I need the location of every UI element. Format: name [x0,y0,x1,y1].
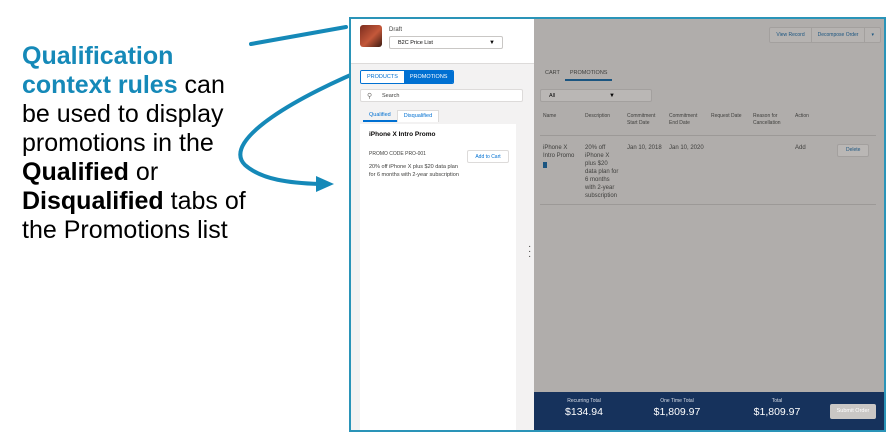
caption-line4: promotions in the [22,129,214,157]
tab-disqualified[interactable]: Disqualified [396,110,440,122]
avatar [360,25,382,47]
search-icon: ⚲ [367,93,373,100]
tab-cart-promotions[interactable]: PROMOTIONS [564,68,613,81]
promotions-table: Name Description Commitment Start Date C… [540,113,876,205]
col-action: Action [792,113,834,136]
row-name: iPhone X Intro Promo [543,145,575,159]
recurring-total: Recurring Total $134.94 [552,398,616,418]
more-actions-icon[interactable]: ▾ [865,28,880,42]
totals-footer: Recurring Total $134.94 One Time Total $… [534,392,884,430]
grand-total-value: $1,809.97 [753,406,801,418]
promotion-card: iPhone X Intro Promo PROMO CODE PRO-001 … [360,124,516,430]
row-delete-cell: Delete [834,135,876,205]
row-name-cell: iPhone X Intro Promo [540,135,582,205]
filter-value: All [549,93,556,99]
price-list-select[interactable]: B2C Price List ▼ [389,36,503,49]
catalog-tabs: PRODUCTS PROMOTIONS [360,70,455,84]
row-reason [750,135,792,205]
tab-qualified[interactable]: Qualified [363,110,397,122]
row-action: Add [792,135,834,205]
search-input[interactable]: ⚲ Search [360,89,523,102]
left-panel: Draft B2C Price List ▼ PRODUCTS PROMOTIO… [351,19,534,430]
qualification-tabs: Qualified Disqualified [363,110,440,122]
price-list-value: B2C Price List [398,40,433,46]
promotion-description: 20% off iPhone X plus $20 data plan for … [369,164,459,178]
search-placeholder: Search [382,93,400,99]
delete-button[interactable]: Delete [837,144,870,157]
caption-line7: the Promotions list [22,216,228,244]
one-time-total-value: $1,809.97 [653,406,701,418]
recurring-total-value: $134.94 [565,406,603,418]
caption-line2-teal: context rules [22,71,178,99]
tab-products[interactable]: PRODUCTS [361,71,404,83]
caption-line3: be used to display [22,100,224,128]
col-description: Description [582,113,624,136]
row-start-date: Jan 10, 2018 [624,135,666,205]
order-status: Draft [389,27,403,33]
bookmark-icon [543,162,547,168]
caption-line1: Qualification [22,42,174,70]
submit-order-button[interactable]: Submit Order [830,404,876,419]
tab-promotions[interactable]: PROMOTIONS [403,71,454,83]
one-time-total-label: One Time Total [660,398,694,404]
cart-tabs: CART PROMOTIONS [540,68,613,81]
recurring-total-label: Recurring Total [567,398,601,404]
order-actions: View Record Decompose Order ▾ [769,27,881,43]
col-name: Name [540,113,582,136]
promotion-code: PROMO CODE PRO-001 [369,151,426,157]
caption-text: Qualification context rules can be used … [22,42,292,245]
caption-line6-rest: tabs of [163,187,246,215]
col-reason: Reason for Cancellation [750,113,792,136]
right-panel: View Record Decompose Order ▾ CART PROMO… [534,19,884,430]
row-end-date: Jan 10, 2020 [666,135,708,205]
table-row: iPhone X Intro Promo 20% off iPhone X pl… [540,135,876,205]
table-header-row: Name Description Commitment Start Date C… [540,113,876,136]
row-request-date [708,135,750,205]
promotion-filter-select[interactable]: All ▼ [540,89,652,102]
view-record-button[interactable]: View Record [770,28,812,42]
one-time-total: One Time Total $1,809.97 [642,398,712,418]
caption-line6-bold: Disqualified [22,187,164,215]
callout-arrowhead [316,176,334,192]
add-to-cart-button[interactable]: Add to Cart [467,150,509,163]
app-window: Draft B2C Price List ▼ PRODUCTS PROMOTIO… [349,17,886,432]
promotion-title: iPhone X Intro Promo [369,131,436,138]
panel-resize-handle[interactable]: · · · [528,242,531,262]
col-end-date: Commitment End Date [666,113,708,136]
col-delete [834,113,876,136]
tab-cart[interactable]: CART [540,68,565,81]
caption-line5-rest: or [128,158,159,186]
grand-total: Total $1,809.97 [742,398,812,418]
col-start-date: Commitment Start Date [624,113,666,136]
decompose-order-button[interactable]: Decompose Order [811,28,866,42]
order-header: Draft B2C Price List ▼ [351,19,534,64]
caption-line2-rest: can [177,71,225,99]
col-request-date: Request Date [708,113,750,136]
chevron-down-icon: ▼ [489,40,495,46]
caption-line5-bold: Qualified [22,158,129,186]
row-description: 20% off iPhone X plus $20 data plan for … [582,135,624,205]
chevron-down-icon: ▼ [609,93,615,99]
grand-total-label: Total [771,398,783,404]
